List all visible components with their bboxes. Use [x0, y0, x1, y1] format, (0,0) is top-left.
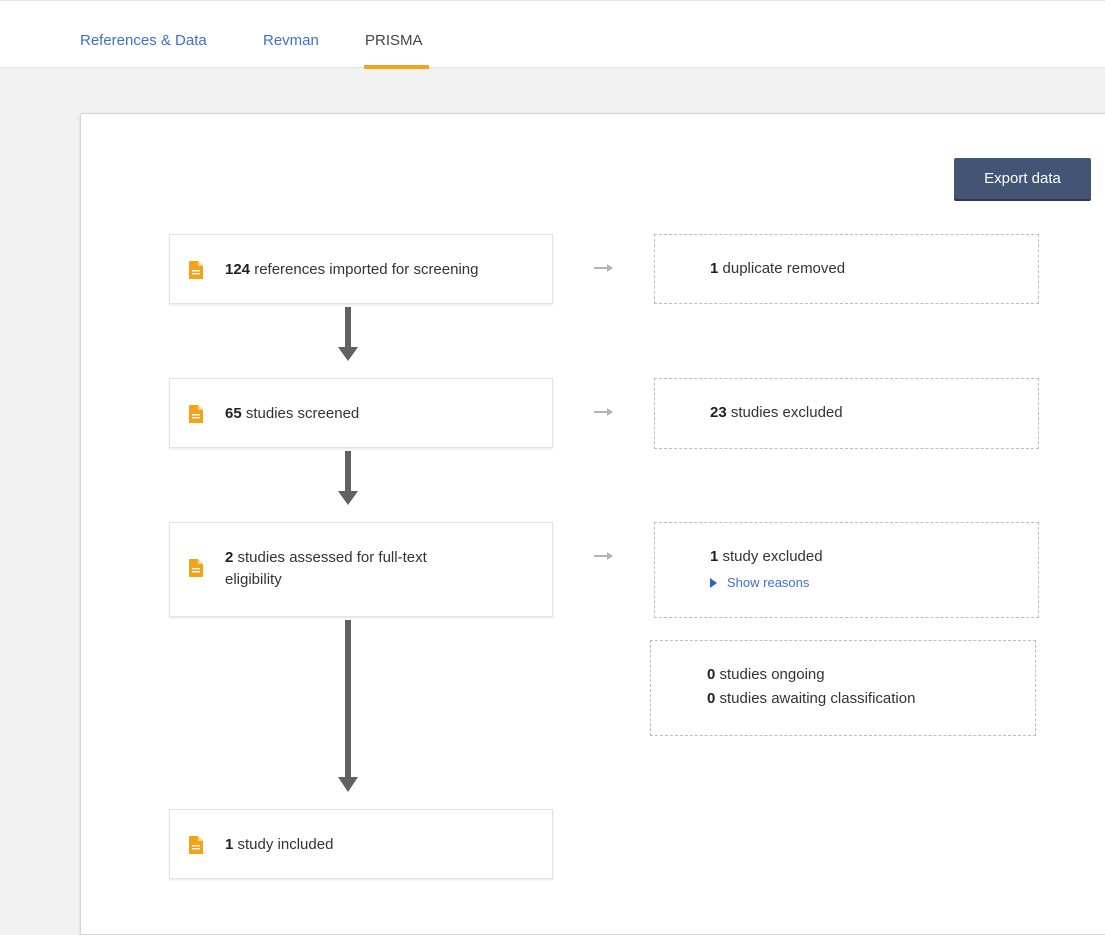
imported-box: 124 references imported for screening [169, 234, 553, 304]
export-data-button[interactable]: Export data [954, 158, 1091, 199]
excluded-screening-box: 23 studies excluded [654, 378, 1039, 449]
excluded-fulltext-text: 1 study excluded [710, 548, 823, 565]
document-icon [189, 261, 203, 279]
caret-right-icon [710, 578, 717, 588]
included-text: 1 study included [225, 836, 334, 853]
assessed-text: 2 studies assessed for full-text eligibi… [225, 549, 427, 588]
duplicates-text: 1 duplicate removed [710, 260, 846, 277]
tab-revman[interactable]: Revman [263, 31, 319, 51]
arrow-down-icon [338, 307, 358, 361]
imported-text: 124 references imported for screening [225, 261, 479, 278]
tab-prisma[interactable]: PRISMA [365, 31, 423, 51]
included-box: 1 study included [169, 809, 553, 879]
document-icon [189, 836, 203, 854]
ongoing-awaiting-box: 0 studies ongoing 0 studies awaiting cla… [650, 640, 1036, 736]
excluded-fulltext-box: 1 study excluded Show reasons [654, 522, 1039, 618]
ongoing-text: 0 studies ongoing [707, 666, 825, 683]
assessed-box: 2 studies assessed for full-text eligibi… [169, 522, 553, 617]
arrow-right-icon [594, 408, 613, 416]
excluded-screening-text: 23 studies excluded [710, 404, 843, 421]
tab-references-data[interactable]: References & Data [80, 31, 207, 51]
top-nav: References & Data Revman PRISMA [0, 0, 1105, 69]
show-reasons-toggle[interactable]: Show reasons [710, 575, 809, 590]
active-tab-indicator [364, 65, 429, 69]
arrow-right-icon [594, 264, 613, 272]
arrow-right-icon [594, 552, 613, 560]
document-icon [189, 405, 203, 423]
screened-box: 65 studies screened [169, 378, 553, 448]
awaiting-text: 0 studies awaiting classification [707, 690, 916, 707]
screened-text: 65 studies screened [225, 405, 360, 422]
duplicates-box: 1 duplicate removed [654, 234, 1039, 304]
document-icon [189, 559, 203, 577]
arrow-down-icon [338, 451, 358, 505]
arrow-down-icon [338, 620, 358, 792]
